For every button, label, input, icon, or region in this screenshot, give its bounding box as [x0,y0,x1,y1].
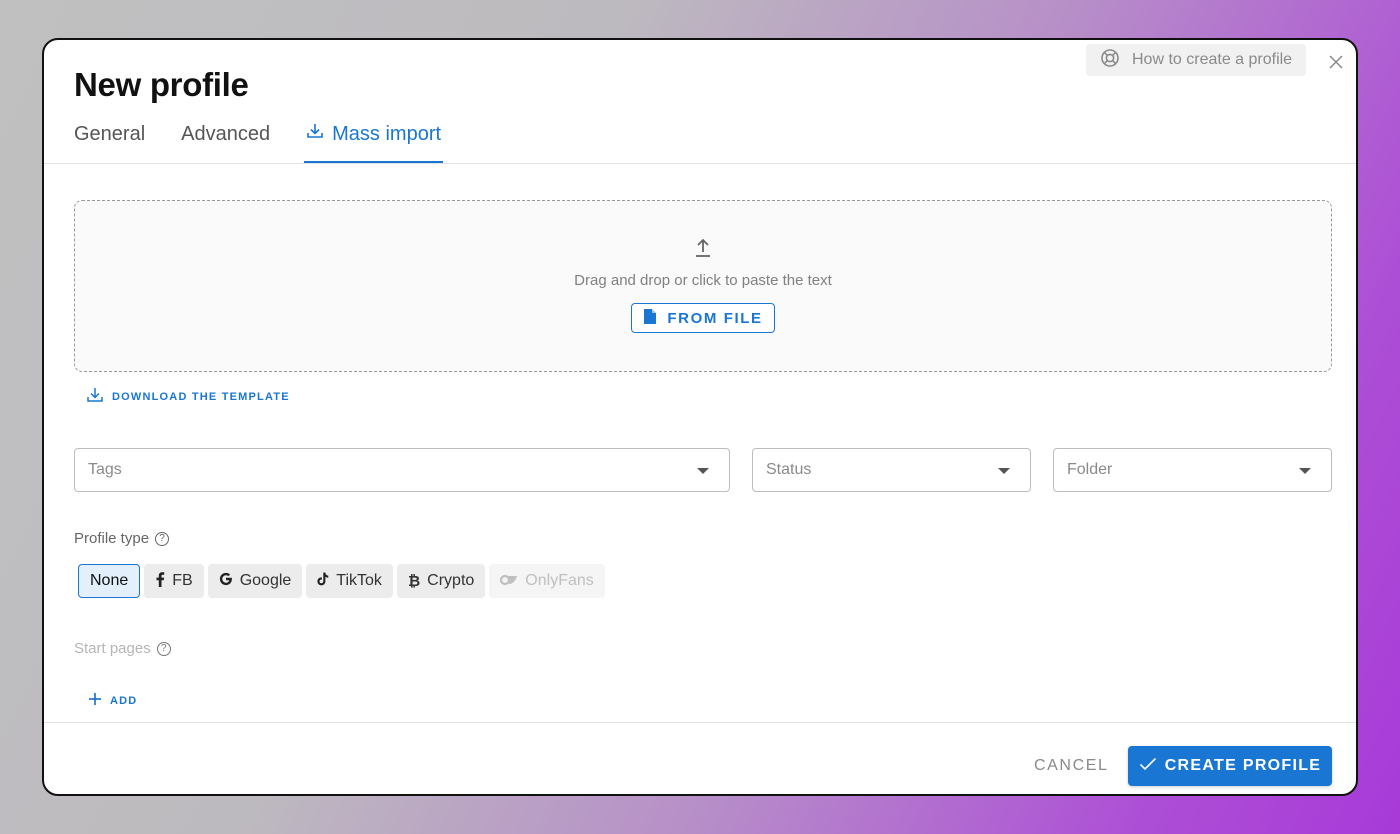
dialog-title: New profile [74,66,249,103]
chip-label: Crypto [427,572,475,589]
chip-label: Google [239,572,292,589]
folder-select[interactable]: Folder [1053,448,1332,492]
profile-type-label-row: Profile type ? [74,530,170,547]
profile-type-onlyfans: OnlyFans [489,564,605,598]
help-label: How to create a profile [1132,51,1293,68]
profile-type-crypto[interactable]: ₿ Crypto [396,564,486,598]
onlyfans-icon [500,573,518,590]
start-pages-label-row: Start pages ? [74,640,171,657]
create-profile-label: CREATE PROFILE [1164,757,1322,774]
bitcoin-icon: ₿ [407,572,421,590]
from-file-button[interactable]: FROM FILE [631,303,775,333]
profile-type-none[interactable]: None [78,564,141,598]
status-placeholder: Status [766,461,812,478]
import-dropzone[interactable]: Drag and drop or click to paste the text… [74,200,1332,372]
tab-mass-import[interactable]: Mass import [304,122,443,163]
download-icon [306,122,324,146]
file-icon [643,308,657,329]
help-circle-icon[interactable]: ? [155,531,170,546]
tabs-divider [44,163,1356,164]
profile-type-google[interactable]: Google [207,564,303,598]
tab-general-label: General [74,122,146,145]
tags-placeholder: Tags [88,461,122,478]
start-pages-label: Start pages [74,640,151,657]
chip-label: None [90,572,129,589]
chevron-down-icon [697,468,709,474]
create-profile-button[interactable]: CREATE PROFILE [1128,746,1332,786]
folder-placeholder: Folder [1067,461,1113,478]
footer-divider [44,722,1356,723]
new-profile-dialog: New profile How to create a profile Gene… [42,38,1358,796]
plus-icon [88,692,102,709]
from-file-label: FROM FILE [667,309,763,327]
google-icon [219,572,233,590]
cancel-label: CANCEL [1034,757,1109,774]
chip-label: TikTok [336,572,382,589]
chip-label: FB [172,572,193,589]
help-circle-icon[interactable]: ? [156,641,171,656]
chevron-down-icon [998,468,1010,474]
status-select[interactable]: Status [752,448,1031,492]
profile-type-tiktok[interactable]: TikTok [306,564,393,598]
how-to-create-profile-button[interactable]: How to create a profile [1086,44,1307,76]
tab-advanced[interactable]: Advanced [181,122,270,160]
tab-advanced-label: Advanced [181,122,271,145]
profile-type-label: Profile type [74,530,150,547]
tab-mass-import-label: Mass import [332,122,442,145]
chevron-down-icon [1299,468,1311,474]
lifebuoy-icon [1100,48,1120,73]
profile-type-fb[interactable]: FB [144,564,204,598]
add-label: ADD [110,694,138,707]
tab-general[interactable]: General [74,122,145,160]
tags-select[interactable]: Tags [74,448,730,492]
download-template-label: DOWNLOAD THE TEMPLATE [112,390,290,403]
close-icon[interactable] [1326,52,1346,72]
check-icon [1139,757,1157,776]
profile-type-options: None FB Google TikTok ₿ Crypto OnlyFans [78,564,605,598]
tab-bar: General Advanced Mass import [74,122,443,163]
upload-icon [694,237,712,264]
chip-label: OnlyFans [525,572,594,589]
dropzone-text: Drag and drop or click to paste the text [574,272,832,289]
add-start-page-button[interactable]: ADD [88,692,137,709]
facebook-icon [155,571,165,591]
cancel-button[interactable]: CANCEL [1022,746,1121,786]
download-template-button[interactable]: DOWNLOAD THE TEMPLATE [86,386,290,407]
download-icon [86,386,104,407]
tiktok-icon [317,572,329,590]
